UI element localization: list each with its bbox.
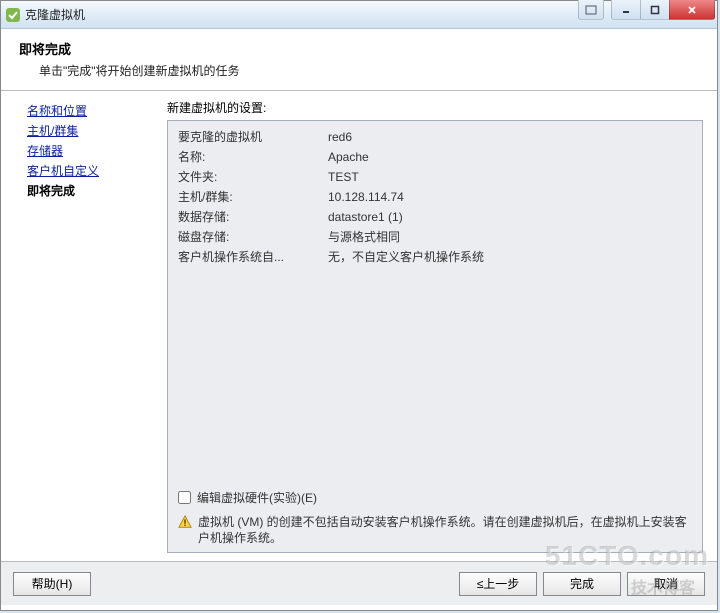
titlebar[interactable]: 克隆虚拟机	[1, 1, 717, 29]
row-guest-os-custom: 客户机操作系统自...无，不自定义客户机操作系统	[178, 247, 692, 267]
wizard-body: 名称和位置 主机/群集 存储器 客户机自定义 即将完成 新建虚拟机的设置: 要克…	[1, 91, 717, 561]
warning-row: 虚拟机 (VM) 的创建不包括自动安装客户机操作系统。请在创建虚拟机后，在虚拟机…	[178, 514, 692, 546]
step-storage[interactable]: 存储器	[27, 141, 163, 161]
wizard-steps: 名称和位置 主机/群集 存储器 客户机自定义 即将完成	[1, 91, 163, 561]
minimize-button[interactable]	[611, 0, 641, 20]
step-ready-complete: 即将完成	[27, 181, 163, 201]
edit-hardware-checkbox-row[interactable]: 编辑虚拟硬件(实验)(E)	[178, 489, 692, 506]
help-hint-button[interactable]	[578, 0, 604, 20]
row-source-vm: 要克隆的虚拟机red6	[178, 127, 692, 147]
wizard-footer: 帮助(H) ≤上一步 完成 取消	[1, 561, 717, 605]
help-button[interactable]: 帮助(H)	[13, 572, 91, 596]
row-folder: 文件夹:TEST	[178, 167, 692, 187]
row-name: 名称:Apache	[178, 147, 692, 167]
back-button[interactable]: ≤上一步	[459, 572, 537, 596]
wizard-header: 即将完成 单击"完成"将开始创建新虚拟机的任务	[1, 29, 717, 91]
settings-box: 要克隆的虚拟机red6 名称:Apache 文件夹:TEST 主机/群集:10.…	[167, 120, 703, 553]
page-subtitle: 单击"完成"将开始创建新虚拟机的任务	[39, 62, 703, 79]
step-name-location[interactable]: 名称和位置	[27, 101, 163, 121]
settings-heading: 新建虚拟机的设置:	[167, 99, 703, 116]
close-button[interactable]	[669, 0, 715, 20]
app-icon	[5, 7, 21, 23]
row-datastore: 数据存储:datastore1 (1)	[178, 207, 692, 227]
edit-hardware-label: 编辑虚拟硬件(实验)(E)	[197, 489, 317, 506]
warning-text: 虚拟机 (VM) 的创建不包括自动安装客户机操作系统。请在创建虚拟机后，在虚拟机…	[198, 514, 692, 546]
row-host: 主机/群集:10.128.114.74	[178, 187, 692, 207]
page-title: 即将完成	[19, 39, 703, 58]
warning-icon	[178, 514, 192, 529]
edit-hardware-checkbox[interactable]	[178, 491, 191, 504]
row-disk-storage: 磁盘存储:与源格式相同	[178, 227, 692, 247]
step-guest-custom[interactable]: 客户机自定义	[27, 161, 163, 181]
settings-table: 要克隆的虚拟机red6 名称:Apache 文件夹:TEST 主机/群集:10.…	[178, 127, 692, 267]
step-host-cluster[interactable]: 主机/群集	[27, 121, 163, 141]
window-controls	[579, 0, 715, 20]
content-panel: 新建虚拟机的设置: 要克隆的虚拟机red6 名称:Apache 文件夹:TEST…	[163, 91, 717, 561]
dialog-window: 克隆虚拟机 即将完成 单击"完成"将开始创建新虚拟机的任务 名称和位置 主机/群…	[0, 0, 718, 611]
finish-button[interactable]: 完成	[543, 572, 621, 596]
maximize-button[interactable]	[640, 0, 670, 20]
titlebar-title: 克隆虚拟机	[25, 6, 85, 23]
cancel-button[interactable]: 取消	[627, 572, 705, 596]
